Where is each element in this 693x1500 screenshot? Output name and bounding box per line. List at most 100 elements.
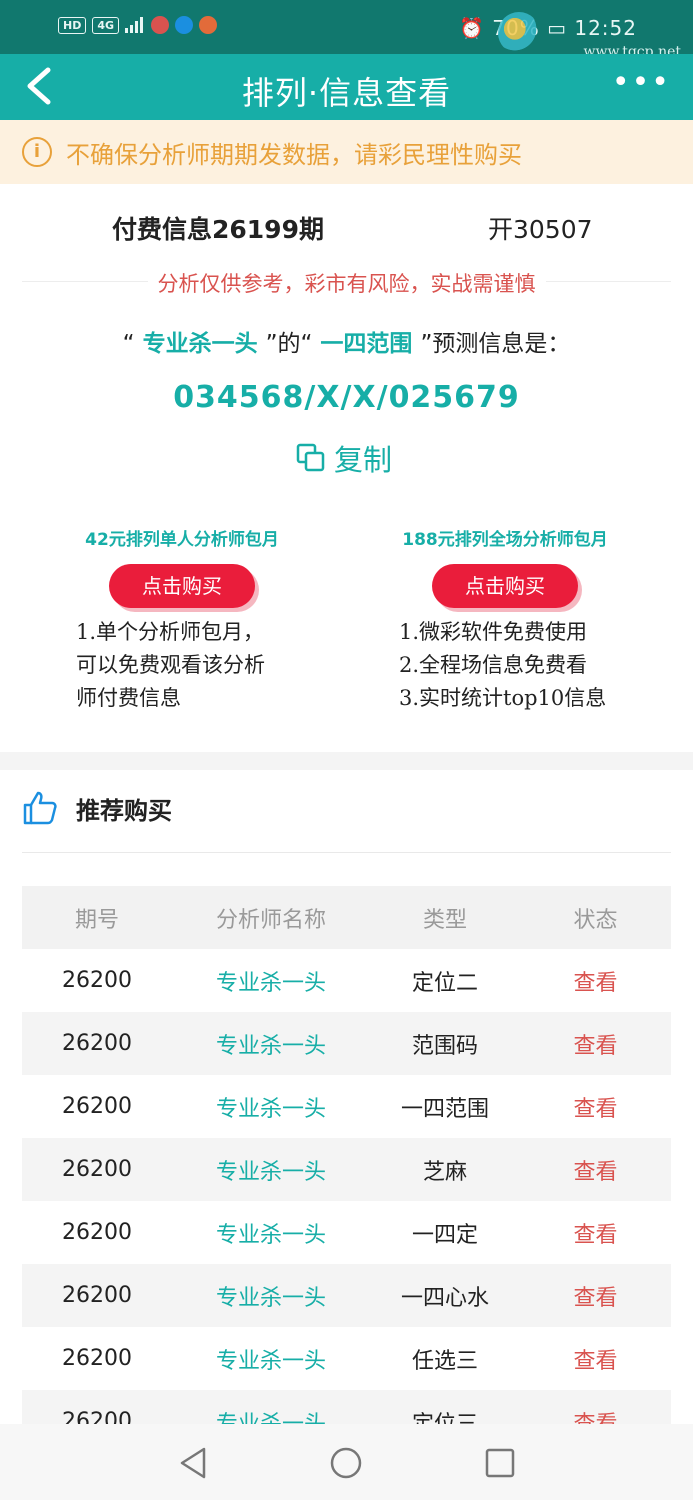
issue-cell: 26200 — [62, 1031, 132, 1056]
info-icon: i — [22, 137, 52, 167]
column-header: 类型 — [422, 907, 467, 933]
table-row[interactable]: 26200 专业杀一头 一四心水 查看 — [22, 1264, 671, 1327]
analyst-cell[interactable]: 专业杀一头 — [172, 1406, 370, 1425]
issue-cell: 26200 — [62, 1094, 132, 1119]
analyst-name: 专业杀一头 — [134, 331, 266, 357]
buy-button[interactable]: 点击购买 — [432, 564, 578, 608]
table-row[interactable]: 26200 专业杀一头 定位三 查看 — [22, 1390, 671, 1424]
analyst-cell[interactable]: 专业杀一头 — [172, 965, 370, 997]
notice-text: 不确保分析师期期发数据，请彩民理性购买 — [66, 140, 522, 169]
status-bar: HD 4G ⏰ 70% ▭ 12:52 www.tqcp.net — [0, 0, 693, 60]
prediction-category: 一四范围 — [312, 331, 421, 357]
package-single-analyst: 42元排列单人分析师包月 点击购买 1.单个分析师包月， 可以免费观看该分析 师… — [12, 525, 352, 715]
column-header: 分析师名称 — [215, 907, 326, 933]
benefit-line: 2.全程场信息免费看 — [399, 653, 588, 677]
type-cell: 范围码 — [411, 1033, 478, 1059]
package-all-analysts: 188元排列全场分析师包月 点击购买 1.微彩软件免费使用 2.全程场信息免费看… — [335, 525, 675, 715]
page-title: 排列·信息查看 — [241, 74, 452, 112]
home-circle-icon[interactable] — [329, 1446, 363, 1480]
view-link[interactable]: 查看 — [520, 1217, 671, 1249]
table-row[interactable]: 26200 专业杀一头 一四定 查看 — [22, 1201, 671, 1264]
copy-label: 复制 — [334, 443, 393, 477]
column-header: 状态 — [573, 907, 618, 933]
type-cell: 任选三 — [411, 1348, 478, 1374]
type-cell: 一四范围 — [400, 1096, 489, 1122]
quote: “ — [122, 331, 135, 357]
benefit-line: 可以免费观看该分析 — [76, 653, 265, 677]
table-row[interactable]: 26200 专业杀一头 一四范围 查看 — [22, 1075, 671, 1138]
analyst-cell[interactable]: 专业杀一头 — [172, 1217, 370, 1249]
issue-cell: 26200 — [62, 1220, 132, 1245]
issue-cell: 26200 — [62, 1346, 132, 1371]
section-gap — [0, 752, 693, 770]
table-row[interactable]: 26200 专业杀一头 范围码 查看 — [22, 1012, 671, 1075]
column-header: 期号 — [74, 907, 119, 933]
type-cell: 芝麻 — [422, 1159, 467, 1185]
table-header: 期号 分析师名称 类型 状态 — [22, 886, 671, 949]
view-link[interactable]: 查看 — [520, 1280, 671, 1312]
benefit-line: 1.单个分析师包月， — [76, 620, 265, 644]
benefit-line: 1.微彩软件免费使用 — [399, 620, 588, 644]
benefit-line: 3.实时统计top10信息 — [399, 686, 607, 710]
type-cell: 一四心水 — [400, 1285, 489, 1311]
table-row[interactable]: 26200 专业杀一头 定位二 查看 — [22, 949, 671, 1012]
recommend-title: 推荐购买 — [76, 796, 172, 825]
prediction-line: “ 专业杀一头 ”的“ 一四范围 ”预测信息是： — [0, 324, 693, 358]
app-notification-icon — [151, 16, 170, 34]
analyst-cell[interactable]: 专业杀一头 — [172, 1280, 370, 1312]
analyst-cell[interactable]: 专业杀一头 — [172, 1343, 370, 1375]
paid-info-period: 付费信息26199期 — [112, 215, 324, 244]
back-triangle-icon[interactable] — [176, 1446, 210, 1480]
status-icons: HD 4G — [58, 16, 218, 34]
issue-cell: 26200 — [62, 1157, 132, 1182]
copy-button[interactable]: 复制 — [296, 437, 392, 479]
benefit-line: 师付费信息 — [76, 686, 181, 710]
notice-banner: i 不确保分析师期期发数据，请彩民理性购买 — [0, 120, 693, 184]
type-cell: 定位二 — [411, 970, 478, 996]
recents-square-icon[interactable] — [483, 1446, 517, 1480]
package-benefits: 1.微彩软件免费使用 2.全程场信息免费看 3.实时统计top10信息 — [335, 616, 675, 715]
table-row[interactable]: 26200 专业杀一头 芝麻 查看 — [22, 1138, 671, 1201]
table-row[interactable]: 26200 专业杀一头 任选三 查看 — [22, 1327, 671, 1390]
issue-cell: 26200 — [62, 1409, 132, 1424]
watermark-logo-icon — [498, 12, 540, 54]
view-link[interactable]: 查看 — [520, 1028, 671, 1060]
battery-icon: ▭ — [547, 16, 567, 40]
view-link[interactable]: 查看 — [520, 1343, 671, 1375]
buy-button[interactable]: 点击购买 — [109, 564, 255, 608]
view-link[interactable]: 查看 — [520, 1406, 671, 1425]
type-cell: 一四定 — [411, 1222, 478, 1248]
view-link[interactable]: 查看 — [520, 1154, 671, 1186]
clock: 12:52 — [574, 16, 637, 40]
issue-cell: 26200 — [62, 1283, 132, 1308]
quote: ”的“ — [265, 331, 313, 357]
prediction-numbers: 034568/X/X/025679 — [173, 380, 520, 415]
view-link[interactable]: 查看 — [520, 1091, 671, 1123]
draw-result: 开30507 — [488, 215, 593, 244]
analyst-cell[interactable]: 专业杀一头 — [172, 1154, 370, 1186]
prediction-suffix: ”预测信息是： — [420, 331, 571, 357]
paid-info-row: 付费信息26199期 开30507 — [0, 206, 693, 246]
risk-warning-text: 分析仅供参考，彩市有风险，实战需谨慎 — [147, 272, 546, 296]
hd-badge: HD — [58, 16, 87, 34]
recommend-table: 期号 分析师名称 类型 状态 26200 专业杀一头 定位二 查看 26200 … — [22, 886, 671, 1424]
type-cell: 定位三 — [411, 1411, 478, 1425]
risk-warning: 分析仅供参考，彩市有风险，实战需谨慎 — [0, 268, 693, 298]
package-title: 42元排列单人分析师包月 — [85, 530, 279, 550]
divider — [22, 852, 671, 853]
analyst-cell[interactable]: 专业杀一头 — [172, 1028, 370, 1060]
status-time-area: ⏰ 70% ▭ 12:52 — [459, 16, 637, 40]
alipay-icon — [175, 16, 194, 34]
package-title: 188元排列全场分析师包月 — [402, 530, 608, 550]
system-nav-bar — [0, 1424, 693, 1500]
thumbs-up-icon — [23, 791, 57, 825]
package-benefits: 1.单个分析师包月， 可以免费观看该分析 师付费信息 — [12, 616, 352, 715]
alarm-icon: ⏰ — [459, 16, 485, 40]
more-options-icon[interactable]: ••• — [612, 68, 671, 98]
copy-icon — [296, 443, 325, 472]
signal-icon — [125, 17, 144, 33]
view-link[interactable]: 查看 — [520, 965, 671, 997]
nav-bar: 排列·信息查看 ••• — [0, 54, 693, 120]
app-notification-icon — [199, 16, 218, 34]
analyst-cell[interactable]: 专业杀一头 — [172, 1091, 370, 1123]
